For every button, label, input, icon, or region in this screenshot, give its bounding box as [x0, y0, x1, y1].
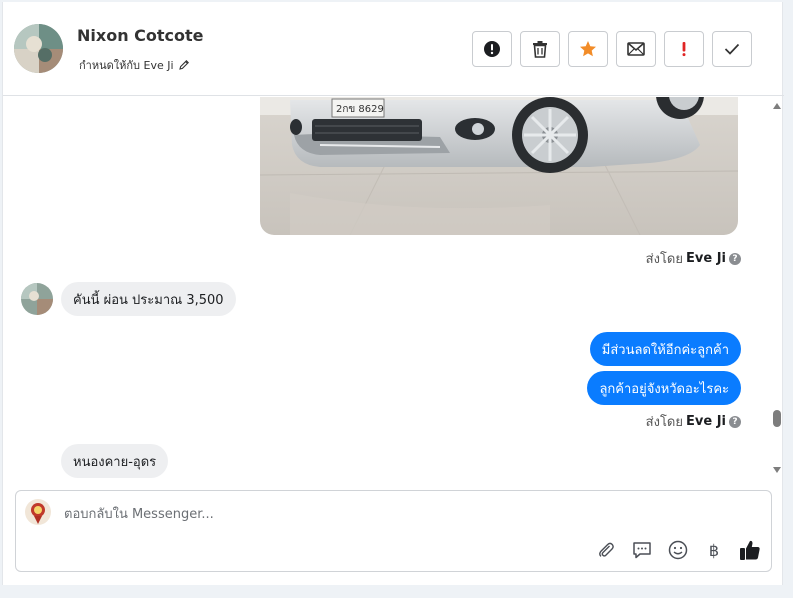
header-actions	[472, 31, 752, 67]
thread-scrollbar[interactable]	[769, 97, 784, 480]
star-button[interactable]	[568, 31, 608, 67]
thumbs-up-icon	[740, 540, 760, 560]
message-thread[interactable]: 2กข 8629 ส่งโดย Eve Ji ? คันนี้ ผ่อน ประ…	[3, 97, 784, 480]
check-icon	[724, 43, 740, 55]
paperclip-icon	[599, 542, 614, 557]
assignment-row[interactable]: กำหนดให้กับ Eve Ji	[79, 56, 190, 74]
contact-avatar[interactable]	[14, 24, 63, 73]
help-icon[interactable]: ?	[729, 415, 741, 428]
pencil-icon[interactable]	[178, 59, 190, 71]
svg-text:2กข 8629: 2กข 8629	[336, 104, 384, 115]
attach-button[interactable]	[595, 539, 617, 561]
speech-bubble-icon	[633, 542, 651, 559]
outgoing-message[interactable]: มีส่วนลดให้อีกค่ะลูกค้า	[589, 332, 741, 366]
payment-button[interactable]: ฿	[703, 539, 725, 561]
agent-avatar	[25, 499, 51, 525]
scroll-down-arrow-icon[interactable]	[773, 467, 781, 473]
conversation-header: Nixon Cotcote กำหนดให้กับ Eve Ji	[3, 2, 784, 96]
envelope-icon	[627, 42, 645, 56]
sent-by-label: ส่งโดย Eve Ji ?	[646, 411, 741, 432]
trash-icon	[533, 41, 547, 58]
delete-button[interactable]	[520, 31, 560, 67]
outgoing-message[interactable]: ลูกค้าอยู่จังหวัดอะไรคะ	[587, 371, 741, 405]
car-photo[interactable]: 2กข 8629	[260, 97, 738, 235]
mark-unread-button[interactable]	[616, 31, 656, 67]
smiley-icon	[668, 540, 688, 560]
baht-icon: ฿	[708, 540, 720, 560]
spam-button[interactable]	[472, 31, 512, 67]
contact-name[interactable]: Nixon Cotcote	[77, 26, 204, 45]
conversation-panel: Nixon Cotcote กำหนดให้กับ Eve Ji 2กข 862…	[2, 2, 784, 585]
composer-toolbar: ฿	[595, 539, 761, 561]
exclamation-icon	[682, 42, 686, 57]
reply-input[interactable]	[64, 503, 664, 525]
incoming-message[interactable]: คันนี้ ผ่อน ประมาณ 3,500	[61, 282, 236, 316]
assign-label: กำหนดให้กับ Eve Ji	[79, 59, 174, 72]
important-button[interactable]	[664, 31, 704, 67]
contact-avatar-small[interactable]	[21, 283, 53, 315]
alert-circle-icon	[484, 41, 500, 57]
sent-by-name: Eve Ji	[686, 251, 726, 266]
sent-by-prefix: ส่งโดย	[645, 252, 683, 267]
sent-by-prefix: ส่งโดย	[645, 415, 683, 430]
emoji-button[interactable]	[667, 539, 689, 561]
scroll-up-arrow-icon[interactable]	[773, 103, 781, 109]
mark-done-button[interactable]	[712, 31, 752, 67]
sent-by-name: Eve Ji	[686, 414, 726, 429]
star-icon	[580, 41, 596, 57]
incoming-message[interactable]: หนองคาย-อุดร	[61, 444, 169, 478]
like-button[interactable]	[739, 539, 761, 561]
sent-by-label: ส่งโดย Eve Ji ?	[646, 248, 741, 269]
scroll-thumb[interactable]	[773, 410, 781, 427]
help-icon[interactable]: ?	[729, 252, 741, 265]
reply-composer: ฿	[15, 490, 772, 572]
saved-replies-button[interactable]	[631, 539, 653, 561]
